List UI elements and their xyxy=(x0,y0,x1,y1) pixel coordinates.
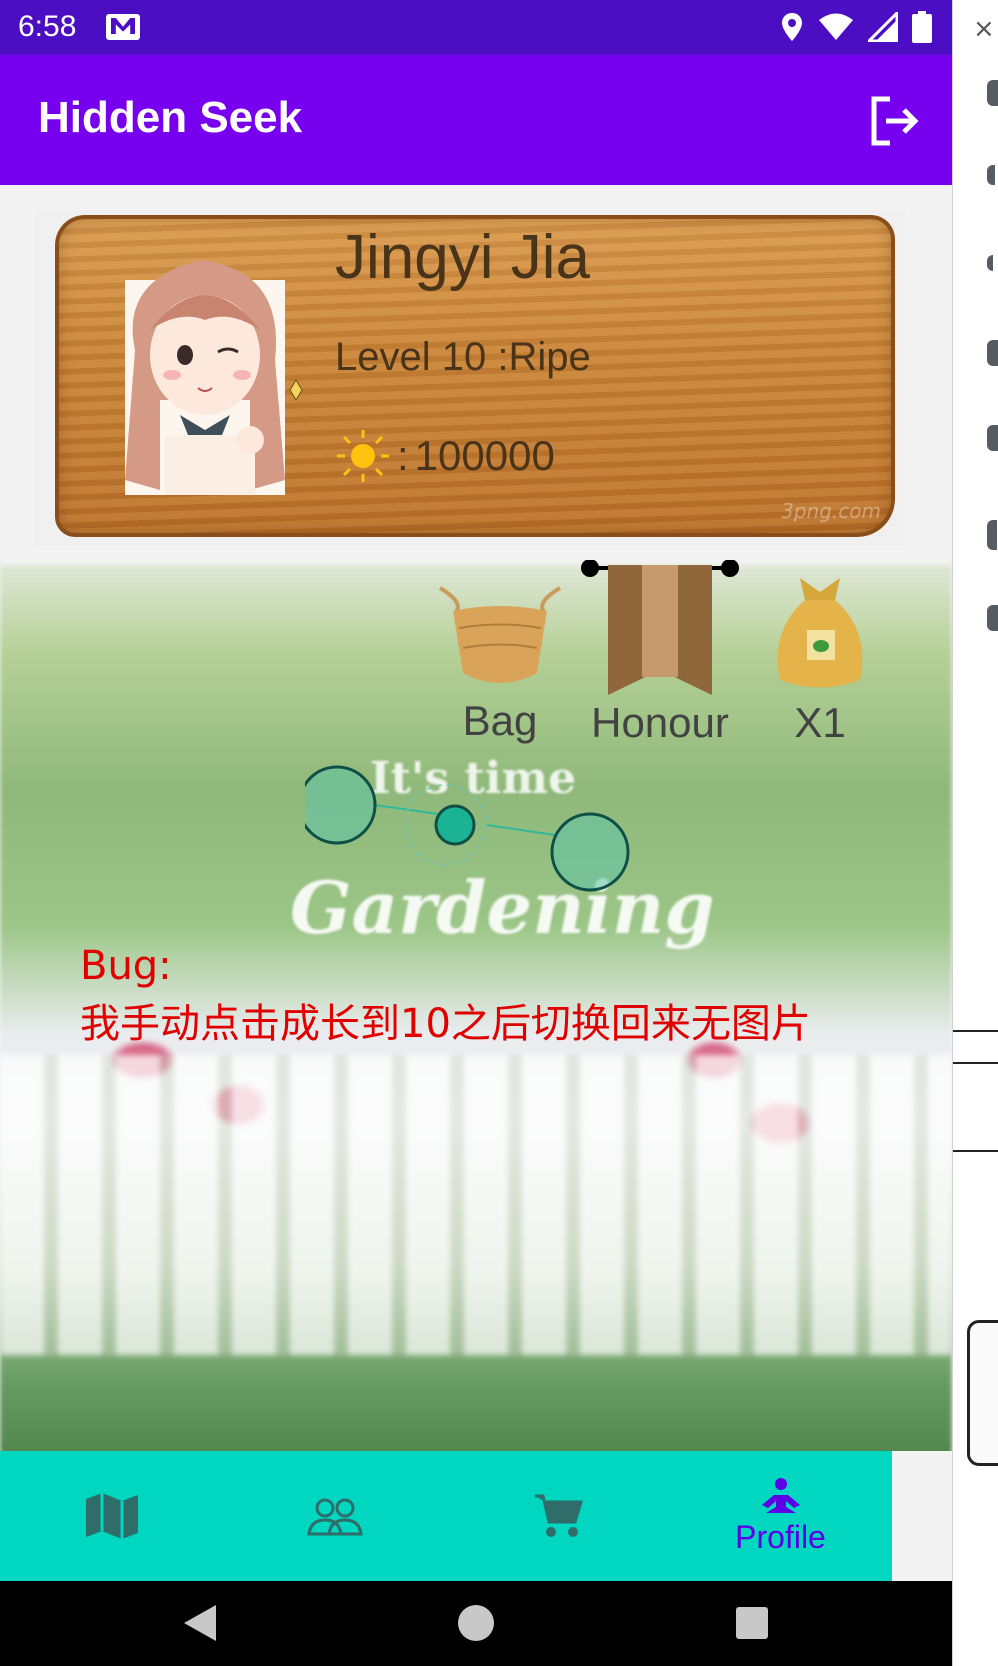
avatar xyxy=(125,260,303,495)
ribbon-banner-icon xyxy=(581,559,739,695)
profile-content: It's time Gardening 3png.com Jingyi Jia … xyxy=(0,185,952,1451)
nav-profile[interactable]: Profile xyxy=(669,1451,892,1581)
basket-icon xyxy=(438,586,562,683)
wifi-icon xyxy=(819,13,853,40)
panel-glyph-icon xyxy=(987,165,995,185)
device-illustration xyxy=(967,1320,998,1466)
sun-icon xyxy=(337,430,389,482)
nav-friends[interactable] xyxy=(223,1451,446,1581)
bottom-navigation: Profile xyxy=(0,1451,892,1581)
map-icon xyxy=(85,1493,138,1539)
nav-map[interactable] xyxy=(0,1451,223,1581)
points-row: : 100000 xyxy=(335,428,555,484)
panel-glyph-icon xyxy=(987,80,998,106)
points-value: 100000 xyxy=(414,432,555,479)
gmail-icon xyxy=(106,14,140,40)
fence-background xyxy=(0,1055,952,1355)
logout-icon xyxy=(871,96,919,146)
bag-item[interactable]: Bag xyxy=(430,573,570,745)
status-time: 6:58 xyxy=(18,10,77,43)
system-navigation-bar xyxy=(0,1581,952,1666)
location-icon xyxy=(782,13,802,41)
bag-label: Bag xyxy=(462,697,538,744)
home-button[interactable] xyxy=(456,1603,496,1643)
bug-note-title: Bug: xyxy=(80,943,172,989)
app-title: Hidden Seek xyxy=(38,93,303,142)
points-prefix: : xyxy=(397,432,409,479)
bottom-nav-pad xyxy=(892,1451,952,1581)
panel-divider xyxy=(953,1030,998,1064)
back-button[interactable] xyxy=(180,1603,220,1643)
profile-card: 3png.com Jingyi Jia Level 10 :Ripe: 100… xyxy=(35,210,905,545)
panel-glyph-icon xyxy=(987,340,998,366)
signal-icon xyxy=(868,12,898,42)
recents-button[interactable] xyxy=(732,1603,772,1643)
cart-icon xyxy=(534,1494,583,1537)
honour-label: Honour xyxy=(591,699,729,746)
panel-glyph-icon xyxy=(987,425,998,451)
panel-glyph-icon xyxy=(987,520,997,550)
panel-glyph-icon xyxy=(987,605,998,631)
app-bar: Hidden Seek xyxy=(0,55,952,185)
panel-glyph-icon xyxy=(987,255,993,271)
watermark: 3png.com xyxy=(781,499,881,523)
honour-item[interactable]: Honour xyxy=(580,559,740,747)
friends-icon xyxy=(306,1498,363,1536)
close-icon[interactable]: × xyxy=(973,14,995,44)
panel-line xyxy=(953,1150,998,1152)
logout-button[interactable] xyxy=(866,93,922,149)
bug-note: Bug: 我手动点击成长到10之后切换回来无图片 xyxy=(80,937,811,1053)
adjacent-panel: × xyxy=(952,0,998,1666)
meditation-profile-icon xyxy=(761,1477,800,1513)
nav-profile-label: Profile xyxy=(735,1518,826,1555)
bug-note-text: 我手动点击成长到10之后切换回来无图片 xyxy=(80,1001,811,1047)
status-icons xyxy=(780,10,932,44)
growth-nodes[interactable] xyxy=(305,765,645,915)
nav-shop[interactable] xyxy=(446,1451,669,1581)
phone-screen: 6:58 Hidden Seek It's time Gardening 3pn… xyxy=(0,0,952,1666)
seed-sack-icon xyxy=(777,578,863,688)
user-level: Level 10 :Ripe xyxy=(335,335,591,379)
x1-label: X1 xyxy=(794,699,846,746)
status-bar: 6:58 xyxy=(0,0,952,55)
battery-icon xyxy=(912,11,932,43)
seed-item[interactable]: X1 xyxy=(760,570,880,747)
user-name: Jingyi Jia xyxy=(335,223,590,292)
